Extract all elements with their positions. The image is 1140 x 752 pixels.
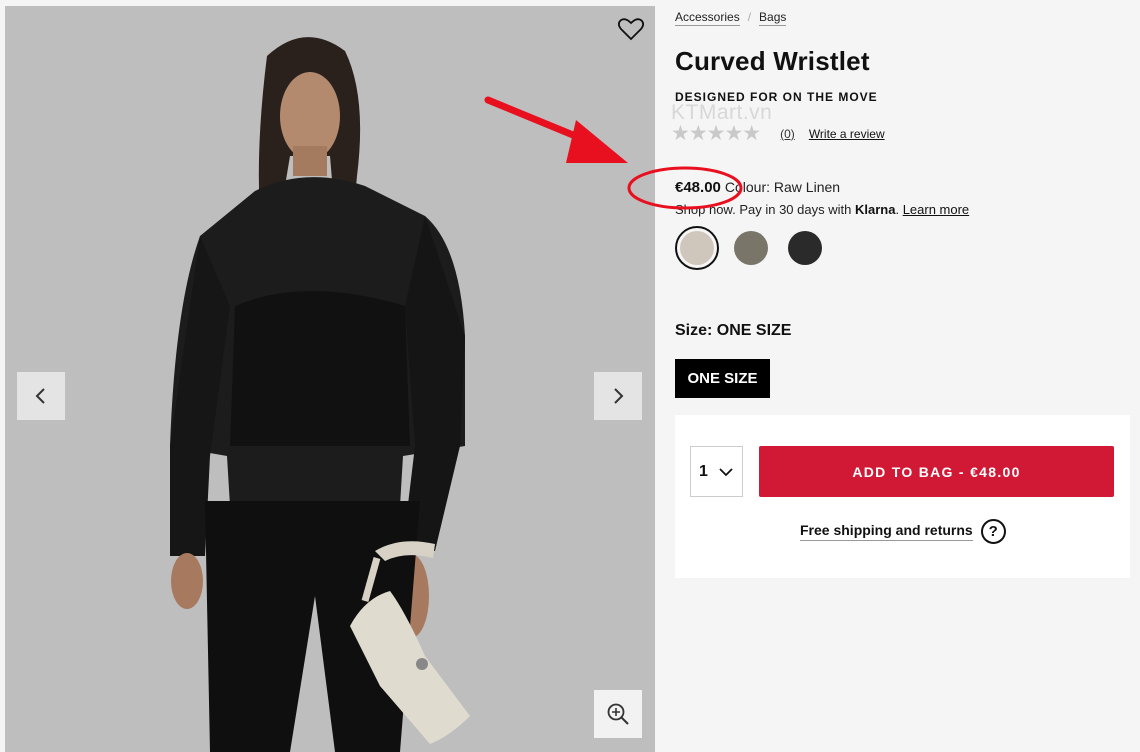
breadcrumb: Accessories / Bags [675,10,787,26]
purchase-box: 1 ADD TO BAG - €48.00 Free shipping and … [675,415,1130,578]
shipping-info: Free shipping and returns ? [800,519,1006,544]
swatch-color [734,231,768,265]
breadcrumb-bags[interactable]: Bags [759,10,787,26]
swatch-olive[interactable] [729,226,773,270]
quantity-select[interactable]: 1 [690,446,743,497]
help-icon[interactable]: ? [980,519,1006,544]
product-gallery [5,6,655,752]
klarna-prefix: Shop now. Pay in 30 days with [675,202,852,217]
klarna-brand: Klarna [854,202,896,217]
shipping-link[interactable]: Free shipping and returns [800,522,973,541]
swatch-color [680,231,714,265]
chevron-right-icon [614,388,624,404]
colour-label: Colour: Raw Linen [724,179,841,195]
price-row: €48.00 Colour: Raw Linen [675,179,840,196]
product-photo [5,6,655,752]
zoom-in-icon [607,703,629,725]
swatch-color [788,231,822,265]
swatch-black[interactable] [783,226,827,270]
chevron-down-icon [719,467,733,476]
add-to-bag-button[interactable]: ADD TO BAG - €48.00 [759,446,1114,497]
write-review-link[interactable]: Write a review [809,127,885,141]
size-option-one-size[interactable]: ONE SIZE [675,359,770,398]
chevron-left-icon [35,388,45,404]
rating-stars: ★★★★★ [671,122,761,145]
next-image-button[interactable] [594,372,642,420]
favorite-button[interactable] [617,16,645,42]
klarna-learn-more-link[interactable]: Learn more [903,202,969,217]
klarna-suffix: . [895,202,900,217]
quantity-value: 1 [699,462,708,480]
zoom-button[interactable] [594,690,642,738]
heart-icon [617,18,645,41]
review-count-link[interactable]: (0) [780,127,795,141]
rating: ★★★★★ (0) Write a review [671,123,885,144]
previous-image-button[interactable] [17,372,65,420]
klarna-message: Shop now. Pay in 30 days with Klarna. Le… [675,202,969,217]
size-label: Size: ONE SIZE [675,322,792,339]
colour-swatches [675,226,827,270]
product-title: Curved Wristlet [675,46,870,76]
breadcrumb-accessories[interactable]: Accessories [675,10,740,26]
swatch-raw-linen[interactable] [675,226,719,270]
price: €48.00 [675,179,721,196]
breadcrumb-separator: / [747,10,752,24]
